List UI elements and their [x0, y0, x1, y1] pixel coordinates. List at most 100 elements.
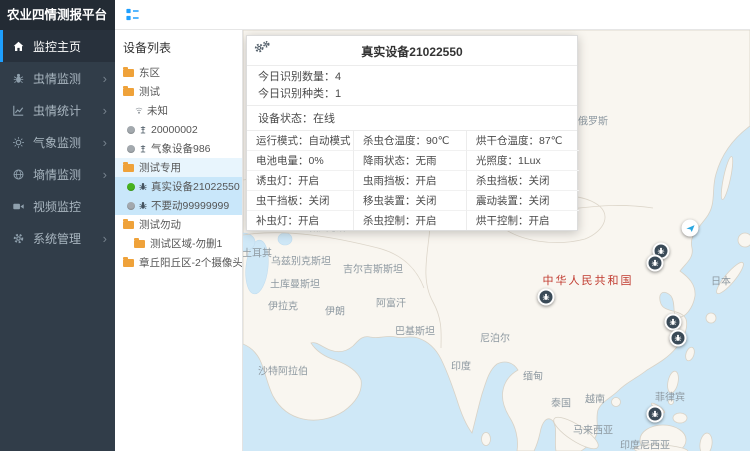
status-dot-offline [127, 202, 135, 210]
sun-icon [12, 136, 25, 149]
stat-recognized-count: 今日识别数量：4 [247, 69, 577, 86]
folder-icon [123, 69, 134, 77]
tree-label: 气象设备986 [151, 141, 211, 156]
sidebar-item-label: 虫情统计 [33, 102, 103, 119]
map[interactable]: 俄罗斯 哈萨克斯坦 蒙古 中华人民共和国 吉尔吉斯斯坦 乌兹别克斯坦 土库曼斯坦… [243, 30, 750, 451]
sidebar-item-insect-monitor[interactable]: 虫情监测 › [0, 62, 115, 94]
sidebar-item-weather-monitor[interactable]: 气象监测 › [0, 126, 115, 158]
camera-icon [12, 200, 25, 213]
folder-icon [123, 259, 134, 267]
sidebar-item-label: 系统管理 [33, 230, 103, 247]
tree-label: 20000002 [151, 124, 198, 136]
tree-label: 未知 [147, 103, 168, 118]
param-cell: 虫干挡板：关闭 [247, 191, 353, 211]
tree-label: 测试专用 [139, 160, 181, 175]
sidebar-item-insect-stats[interactable]: 虫情统计 › [0, 94, 115, 126]
sidebar-item-video-monitor[interactable]: 视频监控 [0, 190, 115, 222]
bug-icon [138, 181, 148, 192]
tree-label: 真实设备21022550 [151, 179, 240, 194]
signal-icon [134, 105, 144, 116]
weather-station-icon [138, 124, 148, 135]
device-list-title: 设备列表 [115, 30, 242, 63]
status-dot-offline [127, 126, 135, 134]
tree-label: 东区 [139, 65, 160, 80]
sidebar-item-monitor-home[interactable]: 监控主页 [0, 30, 115, 62]
device-marker[interactable] [665, 314, 682, 331]
chevron-right-icon: › [103, 104, 107, 117]
bug-icon [651, 259, 660, 268]
tree-label: 不要动99999999 [151, 198, 229, 213]
chevron-right-icon: › [103, 232, 107, 245]
folder-icon [134, 240, 145, 248]
tree-collapse-icon[interactable] [125, 7, 140, 22]
bug-icon [669, 318, 678, 327]
bug-icon [674, 334, 683, 343]
chevron-right-icon: › [103, 72, 107, 85]
param-cell: 补虫灯：开启 [247, 211, 353, 230]
status-dot-offline [127, 145, 135, 153]
device-status: 设备状态：在线 [247, 105, 577, 131]
tree-label: 章丘阳丘区-2个摄像头 [139, 255, 242, 270]
param-cell: 杀虫控制：开启 [353, 211, 466, 230]
param-cell: 诱虫灯：开启 [247, 171, 353, 191]
device-marker[interactable] [538, 289, 555, 306]
sidebar-item-system-manage[interactable]: 系统管理 › [0, 222, 115, 254]
settings-gears-icon[interactable] [253, 40, 271, 55]
main-area: 设备列表 东区 测试 未知 20000002 [115, 0, 750, 451]
gear-icon [12, 232, 25, 245]
sidebar-nav: 监控主页 虫情监测 › 虫情统计 › 气象监测 › 墒情监测 › [0, 30, 115, 254]
tree-folder-east[interactable]: 东区 [115, 63, 242, 82]
folder-icon [123, 164, 134, 172]
sidebar-item-label: 视频监控 [33, 198, 107, 215]
device-info-popup: 真实设备21022550 今日识别数量：4 今日识别种类：1 设备状态：在线 运… [246, 35, 578, 231]
plane-icon [685, 223, 695, 233]
tree-device-20000002[interactable]: 20000002 [115, 120, 242, 139]
chevron-right-icon: › [103, 136, 107, 149]
globe-icon [12, 168, 25, 181]
sidebar-item-label: 气象监测 [33, 134, 103, 151]
tree-folder-zhangqiu[interactable]: 章丘阳丘区-2个摄像头 [115, 253, 242, 272]
popup-title: 真实设备21022550 [247, 36, 577, 65]
param-cell: 杀虫挡板：关闭 [466, 171, 579, 191]
bug-icon [12, 72, 25, 85]
folder-icon [123, 88, 134, 96]
tree-device-weather986[interactable]: 气象设备986 [115, 139, 242, 158]
bug-icon [542, 293, 551, 302]
tree-folder-test-special[interactable]: 测试专用 [115, 158, 242, 177]
cluster-marker[interactable] [682, 220, 699, 237]
stat-recognized-kinds: 今日识别种类：1 [247, 86, 577, 103]
param-cell: 电池电量：0% [247, 151, 353, 171]
weather-station-icon [138, 143, 148, 154]
home-icon [12, 40, 25, 53]
tree-folder-test[interactable]: 测试 [115, 82, 242, 101]
sidebar-item-label: 墒情监测 [33, 166, 103, 183]
folder-icon [123, 221, 134, 229]
tree-label: 测试 [139, 84, 160, 99]
param-cell: 烘干控制：开启 [466, 211, 579, 230]
popup-stats: 今日识别数量：4 今日识别种类：1 [247, 65, 577, 105]
param-cell: 震动装置：关闭 [466, 191, 579, 211]
device-marker[interactable] [647, 255, 664, 272]
tree-folder-test-nomove[interactable]: 测试勿动 [115, 215, 242, 234]
tree-item-unknown[interactable]: 未知 [115, 101, 242, 120]
param-cell: 烘干仓温度：87℃ [466, 131, 579, 151]
param-cell: 降雨状态：无雨 [353, 151, 466, 171]
param-cell: 光照度：1Lux [466, 151, 579, 171]
tree-device-real-21022550[interactable]: 真实设备21022550 [115, 177, 242, 196]
param-cell: 杀虫仓温度：90℃ [353, 131, 466, 151]
tree-folder-test-area[interactable]: 测试区域-勿删1 [115, 234, 242, 253]
sidebar-item-label: 监控主页 [33, 38, 107, 55]
sidebar: 农业四情测报平台 监控主页 虫情监测 › 虫情统计 › 气象监测 › [0, 0, 115, 451]
bug-icon [138, 200, 148, 211]
device-marker[interactable] [670, 330, 687, 347]
app-root: 农业四情测报平台 监控主页 虫情监测 › 虫情统计 › 气象监测 › [0, 0, 750, 451]
tree-device-donttouch[interactable]: 不要动99999999 [115, 196, 242, 215]
param-cell: 虫雨挡板：开启 [353, 171, 466, 191]
sidebar-item-soil-moisture[interactable]: 墒情监测 › [0, 158, 115, 190]
bug-icon [651, 410, 660, 419]
topbar [115, 0, 750, 30]
sidebar-item-label: 虫情监测 [33, 70, 103, 87]
device-marker[interactable] [647, 406, 664, 423]
content: 设备列表 东区 测试 未知 20000002 [115, 30, 750, 451]
param-cell: 移虫装置：关闭 [353, 191, 466, 211]
